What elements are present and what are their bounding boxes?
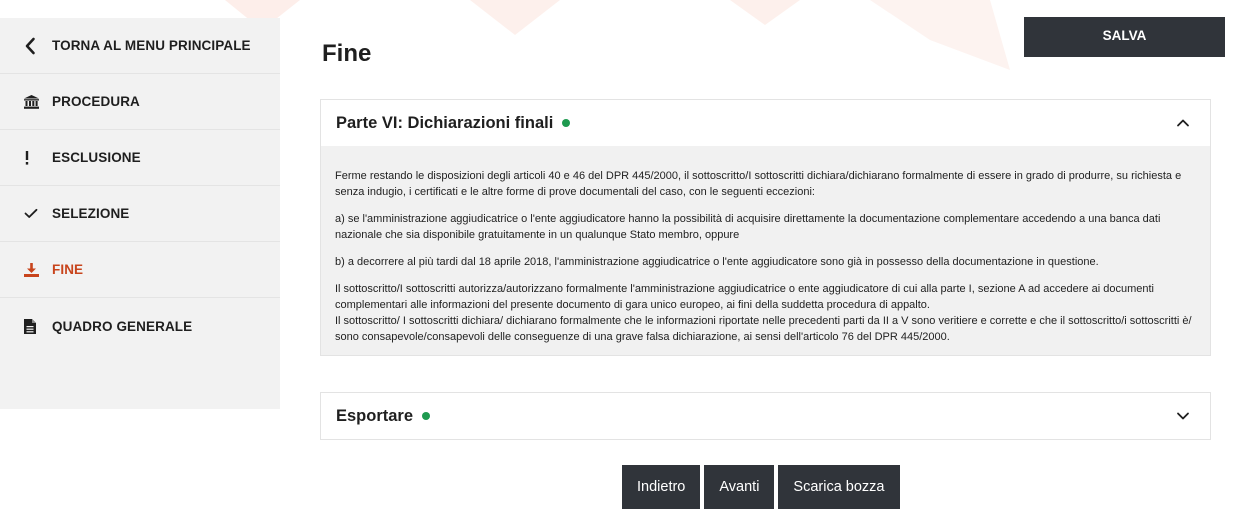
save-button[interactable]: SALVA [1024, 17, 1225, 57]
status-dot-icon [422, 412, 431, 420]
footer-actions: Indietro Avanti Scarica bozza [622, 465, 900, 509]
next-button[interactable]: Avanti [704, 465, 775, 509]
declaration-authorization: Il sottoscritto/I sottoscritti autorizza… [335, 283, 1154, 311]
document-icon [24, 318, 52, 334]
sidebar-item-fine[interactable]: FINE [0, 242, 280, 298]
page-title: Fine [322, 40, 372, 67]
sidebar-item-label: SELEZIONE [52, 206, 130, 221]
section-title: Parte VI: Dichiarazioni finali [336, 113, 554, 132]
declaration-paragraph: a) se l'amministrazione aggiudicatrice o… [335, 213, 1161, 241]
declaration-paragraph: Ferme restando le disposizioni degli art… [335, 170, 1182, 198]
accordion-header-dichiarazioni-finali[interactable]: Parte VI: Dichiarazioni finali [321, 100, 1210, 146]
sidebar-item-esclusione[interactable]: ESCLUSIONE [0, 130, 280, 186]
accordion-esportare: Esportare [320, 392, 1211, 440]
accordion-header-esportare[interactable]: Esportare [321, 393, 1210, 439]
check-icon [24, 208, 52, 219]
accordion-body-dichiarazioni-finali: Ferme restando le disposizioni degli art… [321, 146, 1210, 355]
bank-icon [24, 94, 52, 109]
sidebar-nav: TORNA AL MENU PRINCIPALE PROCEDURA ESCLU… [0, 18, 280, 409]
chevron-left-icon [24, 37, 52, 55]
section-title: Esportare [336, 406, 414, 425]
declaration-closing: Il sottoscritto/I sottoscritti autorizza… [335, 281, 1196, 345]
sidebar-item-selezione[interactable]: SELEZIONE [0, 186, 280, 242]
sidebar-item-label: ESCLUSIONE [52, 150, 141, 165]
chevron-down-icon[interactable] [1176, 409, 1190, 423]
declaration-paragraph: b) a decorrere al più tardi dal 18 april… [335, 256, 1099, 268]
declaration-truthfulness: Il sottoscritto/ I sottoscritti dichiara… [335, 315, 1192, 343]
status-dot-icon [562, 119, 571, 127]
download-icon [24, 262, 52, 277]
sidebar-item-quadro-generale[interactable]: QUADRO GENERALE [0, 298, 280, 354]
exclamation-icon [24, 150, 52, 165]
sidebar-item-procedura[interactable]: PROCEDURA [0, 74, 280, 130]
download-draft-button[interactable]: Scarica bozza [778, 465, 900, 509]
sidebar-item-label: FINE [52, 262, 84, 277]
sidebar-item-label: QUADRO GENERALE [52, 318, 193, 334]
back-button[interactable]: Indietro [622, 465, 701, 509]
sidebar-item-label: TORNA AL MENU PRINCIPALE [52, 38, 251, 53]
accordion-dichiarazioni-finali: Parte VI: Dichiarazioni finali Ferme res… [320, 99, 1211, 356]
sidebar-item-back-to-main-menu[interactable]: TORNA AL MENU PRINCIPALE [0, 18, 280, 74]
chevron-up-icon[interactable] [1176, 116, 1190, 130]
sidebar-item-label: PROCEDURA [52, 94, 140, 109]
